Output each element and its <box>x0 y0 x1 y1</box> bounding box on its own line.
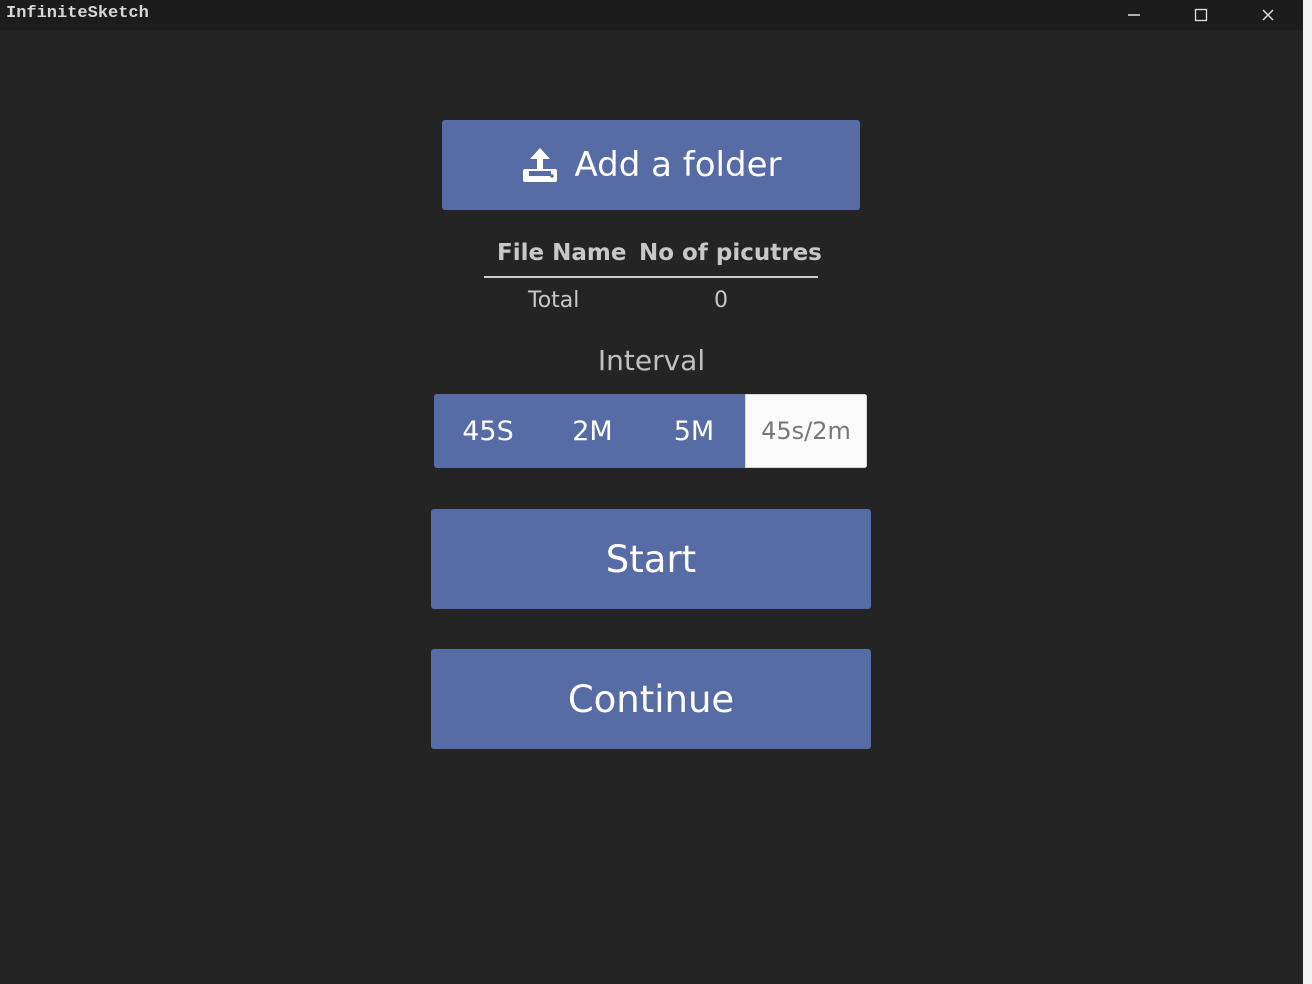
continue-button[interactable]: Continue <box>431 649 871 749</box>
custom-interval-input[interactable]: 45s/2m <box>745 394 867 468</box>
window-edge <box>1303 0 1312 984</box>
app-window: InfiniteSketch Add a folder File Name No… <box>0 0 1303 984</box>
start-button[interactable]: Start <box>431 509 871 609</box>
total-label: Total <box>528 288 580 313</box>
minimize-button[interactable] <box>1101 0 1167 30</box>
title-bar[interactable]: InfiniteSketch <box>0 0 1303 30</box>
total-value: 0 <box>714 288 728 313</box>
folder-table-header: File Name No of picutres <box>484 236 822 278</box>
column-picture-count: No of picutres <box>639 240 822 266</box>
close-button[interactable] <box>1235 0 1301 30</box>
interval-5m-button[interactable]: 5M <box>643 394 745 468</box>
upload-icon <box>521 146 559 184</box>
interval-label: Interval <box>597 344 706 377</box>
minimize-icon <box>1128 14 1140 16</box>
interval-45s-button[interactable]: 45S <box>434 394 542 468</box>
maximize-icon <box>1194 8 1208 22</box>
close-icon <box>1262 9 1274 21</box>
window-title: InfiniteSketch <box>6 4 149 23</box>
interval-2m-button[interactable]: 2M <box>542 394 643 468</box>
maximize-button[interactable] <box>1168 0 1234 30</box>
add-folder-label: Add a folder <box>574 145 782 185</box>
column-file-name: File Name <box>497 240 627 266</box>
add-folder-button[interactable]: Add a folder <box>442 120 860 210</box>
interval-selector: 45S 2M 5M 45s/2m <box>434 394 867 468</box>
